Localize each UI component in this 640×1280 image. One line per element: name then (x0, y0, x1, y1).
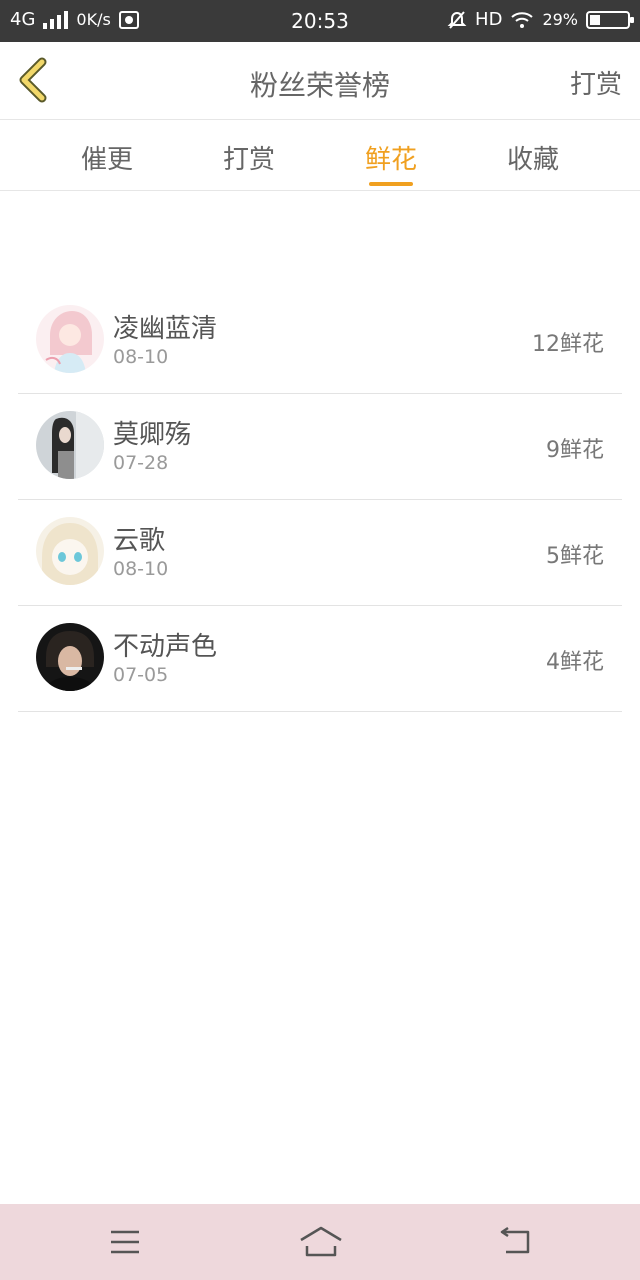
wifi-icon (511, 11, 534, 28)
active-tab-indicator (369, 182, 413, 186)
fan-date: 08-10 (113, 558, 169, 580)
hd-indicator: HD (475, 9, 503, 30)
list-item[interactable]: 凌幽蓝清 08-10 12鲜花 (18, 288, 622, 394)
menu-button[interactable] (105, 1224, 145, 1260)
reward-button[interactable]: 打赏 (570, 64, 622, 101)
avatar (36, 305, 104, 373)
fan-name: 凌幽蓝清 (113, 314, 218, 344)
return-icon (500, 1226, 530, 1254)
fan-name: 云歌 (113, 526, 166, 556)
list-item[interactable]: 莫卿殇 07-28 9鲜花 (18, 394, 622, 500)
tab-urge[interactable]: 催更 (62, 139, 152, 176)
flower-count: 4鲜花 (546, 650, 604, 675)
status-bar: 4G 0K/s 20:53 HD 29% (0, 0, 640, 42)
mute-bell-icon (447, 10, 467, 29)
home-button[interactable] (298, 1224, 344, 1260)
page-title: 粉丝荣誉榜 (249, 69, 390, 102)
tab-label: 催更 (80, 145, 133, 175)
list-item[interactable]: 不动声色 07-05 4鲜花 (18, 606, 622, 712)
tab-reward[interactable]: 打赏 (204, 139, 294, 176)
back-nav-button[interactable] (496, 1224, 536, 1260)
fan-date: 08-10 (113, 346, 169, 368)
tab-label: 收藏 (506, 145, 559, 175)
tab-label: 打赏 (222, 145, 275, 175)
fan-name: 莫卿殇 (113, 420, 192, 450)
tab-favorites[interactable]: 收藏 (488, 139, 578, 176)
flower-count: 12鲜花 (532, 332, 604, 357)
status-right: HD 29% (447, 9, 634, 30)
flower-count: 9鲜花 (546, 438, 604, 463)
menu-icon (111, 1230, 139, 1254)
fan-list: 凌幽蓝清 08-10 12鲜花 莫卿殇 07-28 9鲜花 云歌 08-10 5… (18, 288, 622, 712)
battery-icon (586, 10, 634, 29)
battery-percent: 29% (542, 10, 578, 29)
tab-flowers[interactable]: 鲜花 (346, 139, 436, 186)
fan-name: 不动声色 (113, 632, 218, 662)
tab-bar: 催更 打赏 鲜花 收藏 (0, 121, 640, 191)
avatar (36, 411, 104, 479)
system-nav-bar (0, 1204, 640, 1280)
list-item[interactable]: 云歌 08-10 5鲜花 (18, 500, 622, 606)
avatar (36, 517, 104, 585)
home-icon (300, 1226, 342, 1257)
tab-label: 鲜花 (364, 145, 417, 175)
avatar (36, 623, 104, 691)
fan-date: 07-28 (113, 452, 169, 474)
fan-date: 07-05 (113, 664, 169, 686)
flower-count: 5鲜花 (546, 544, 604, 569)
title-bar: 粉丝荣誉榜 打赏 (0, 42, 640, 120)
